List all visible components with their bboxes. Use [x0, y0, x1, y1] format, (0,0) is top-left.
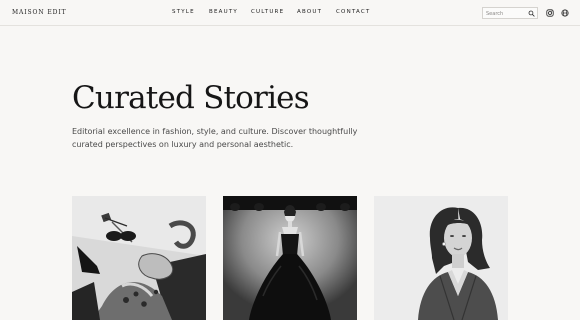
- hero-title: Curated Stories: [72, 80, 310, 116]
- search-icon[interactable]: [528, 10, 535, 17]
- story-card-accessories[interactable]: [72, 196, 206, 320]
- nav-link-style[interactable]: STYLE: [172, 9, 195, 15]
- instagram-icon[interactable]: [546, 9, 554, 17]
- nav-link-beauty[interactable]: BEAUTY: [209, 9, 238, 15]
- story-card-runway[interactable]: [223, 196, 357, 320]
- nav-link-contact[interactable]: CONTACT: [336, 9, 370, 15]
- nav-link-culture[interactable]: CULTURE: [251, 9, 284, 15]
- portrait-photo: [374, 196, 508, 320]
- runway-photo: [223, 196, 357, 320]
- globe-icon[interactable]: [561, 9, 569, 17]
- search-input[interactable]: [486, 9, 528, 18]
- story-card-portrait[interactable]: [374, 196, 508, 320]
- accessories-photo: [72, 196, 206, 320]
- top-navigation-bar: MAISON EDIT STYLE BEAUTY CULTURE ABOUT C…: [0, 0, 580, 26]
- search-box: [482, 7, 538, 19]
- nav-link-about[interactable]: ABOUT: [297, 9, 322, 15]
- hero-subtitle: Editorial excellence in fashion, style, …: [72, 127, 358, 149]
